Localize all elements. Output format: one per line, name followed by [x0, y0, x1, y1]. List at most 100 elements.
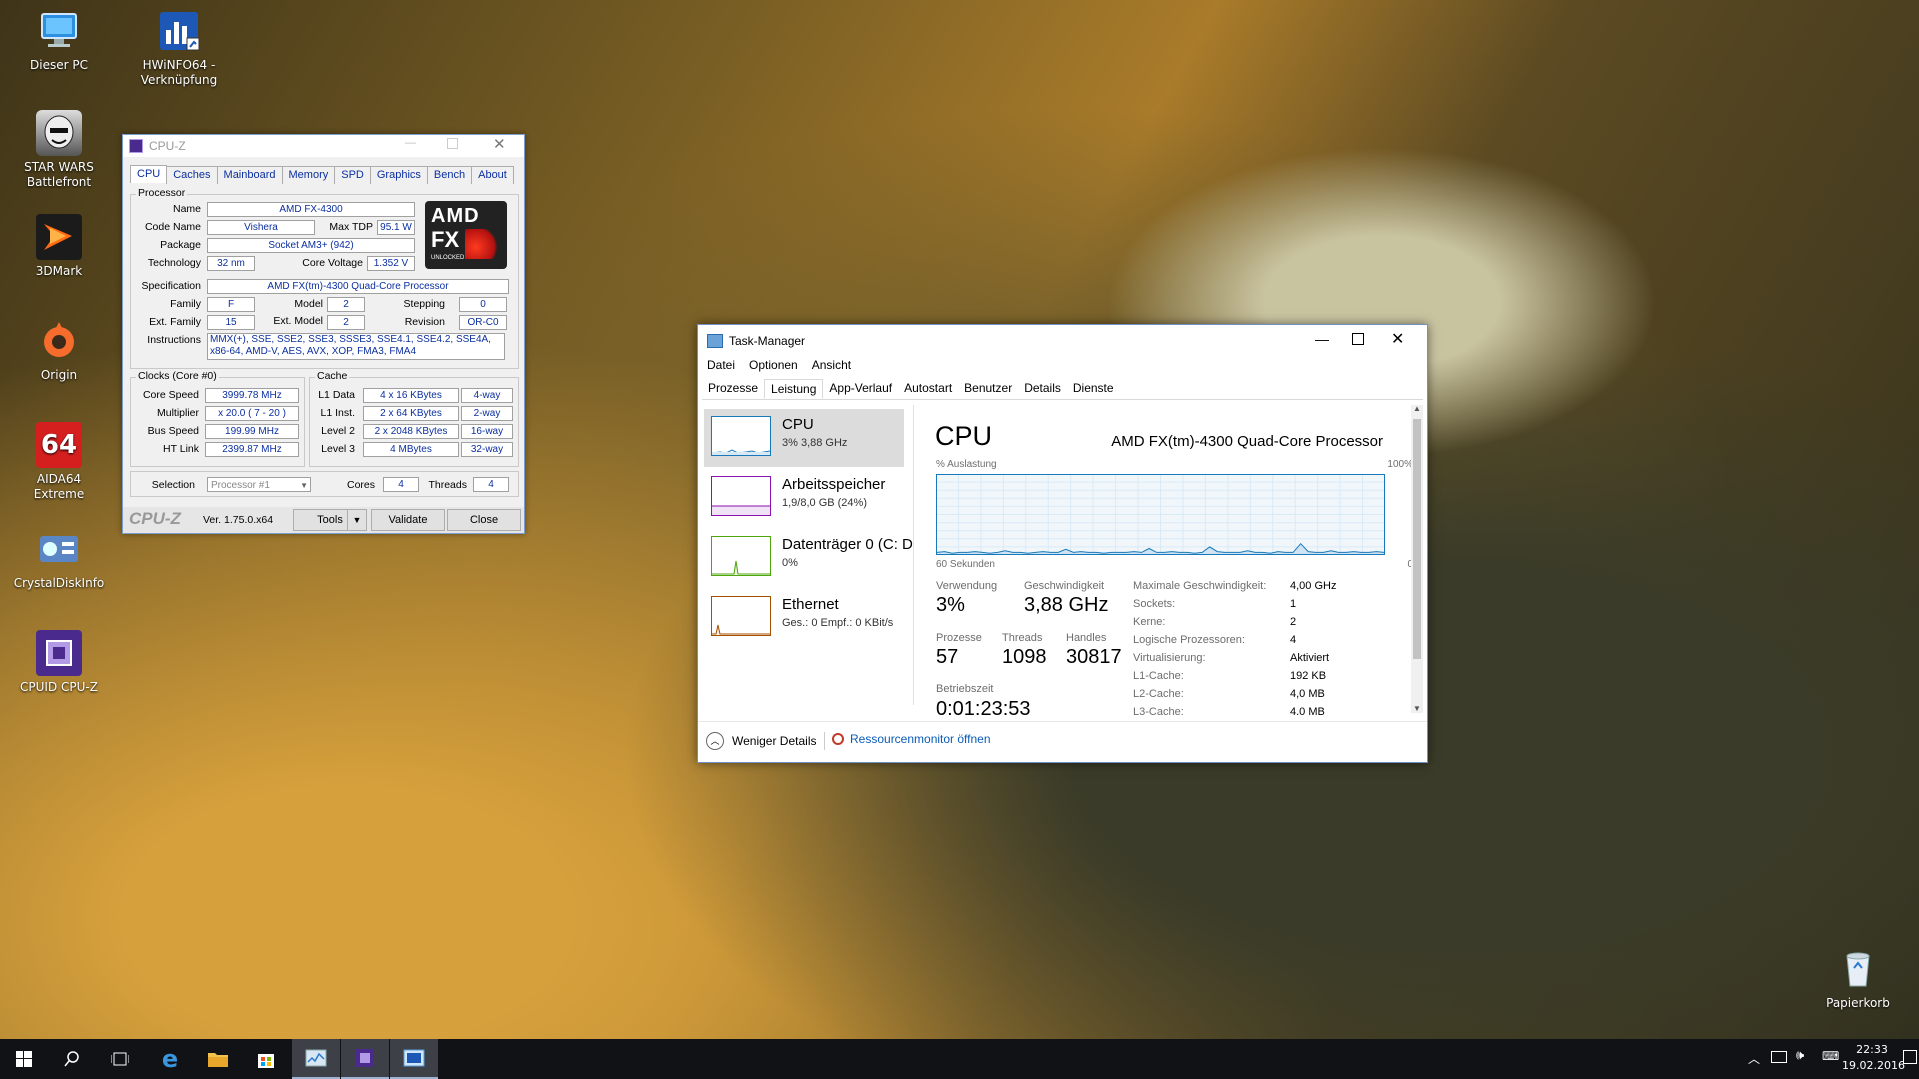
value-max-tdp: 95.1 W	[377, 220, 415, 235]
taskbar-store[interactable]	[242, 1039, 290, 1079]
fewer-details-button[interactable]: ︿ Weniger Details	[706, 732, 816, 750]
caret-down-icon: ▼	[352, 515, 362, 525]
validate-button-label: Validate	[388, 514, 428, 526]
tab-details[interactable]: Details	[1018, 379, 1067, 399]
memory-thumbnail	[711, 476, 771, 516]
cpuz-window[interactable]: CPU-Z — ✕ CPU Caches Mainboard Memory SP…	[122, 134, 525, 534]
sidebar-item-cpu[interactable]: CPU 3% 3,88 GHz	[704, 409, 904, 467]
tab-about[interactable]: About	[471, 166, 514, 184]
cpu-thumbnail	[711, 416, 771, 456]
sidebar-item-arbeitsspeicher[interactable]: Arbeitsspeicher 1,9/8,0 GB (24%)	[704, 469, 904, 527]
tab-caches[interactable]: Caches	[166, 166, 218, 184]
label-betriebszeit: Betriebszeit	[936, 683, 994, 695]
task-view-button[interactable]	[96, 1039, 144, 1079]
scroll-down-icon[interactable]: ▼	[1413, 704, 1421, 713]
value-level2: 2 x 2048 KBytes	[363, 424, 459, 439]
chevron-up-icon[interactable]: ︿	[1748, 1050, 1760, 1067]
tab-memory[interactable]: Memory	[281, 166, 336, 184]
volume-icon[interactable]: 🕪	[1796, 1048, 1804, 1063]
clocks-group-title: Clocks (Core #0)	[136, 370, 219, 382]
task-manager-window[interactable]: Task-Manager — ✕ Datei Optionen Ansicht …	[697, 324, 1428, 763]
desktop-icon-dieser-pc[interactable]: Dieser PC	[11, 8, 107, 73]
tab-app-verlauf[interactable]: App-Verlauf	[823, 379, 898, 399]
tab-benutzer[interactable]: Benutzer	[958, 379, 1018, 399]
label-bus-speed: Bus Speed	[147, 425, 199, 437]
desktop-icon-papierkorb[interactable]: Papierkorb	[1810, 946, 1906, 1011]
value-core-voltage: 1.352 V	[367, 256, 415, 271]
tab-bench[interactable]: Bench	[426, 166, 473, 184]
tab-autostart[interactable]: Autostart	[898, 379, 958, 399]
taskbar-explorer[interactable]	[194, 1039, 242, 1079]
label-name: Name	[172, 203, 201, 215]
network-icon[interactable]	[1771, 1051, 1787, 1063]
processor-select[interactable]: Processor #1 ▼	[207, 477, 311, 492]
edge-icon: e	[161, 1045, 179, 1073]
sidebar-item-datentraeger[interactable]: Datenträger 0 (C: D 0%	[704, 529, 913, 587]
resource-monitor-label: Ressourcenmonitor öffnen	[850, 732, 991, 746]
spec-key: Sockets:	[1133, 598, 1176, 610]
tools-dropdown-button[interactable]: ▼	[347, 509, 367, 531]
taskbar-hwinfo[interactable]	[390, 1039, 438, 1079]
label-handles: Handles	[1066, 632, 1107, 644]
menu-datei[interactable]: Datei	[707, 358, 735, 372]
desktop-icon-cpuz[interactable]: CPUID CPU-Z	[11, 630, 107, 695]
label-max-tdp: Max TDP	[329, 221, 373, 233]
close-button[interactable]: Close	[447, 509, 521, 531]
search-button[interactable]	[48, 1039, 96, 1079]
language-icon[interactable]: ⌨	[1822, 1049, 1839, 1063]
cpuz-titlebar[interactable]: CPU-Z — ✕	[123, 135, 524, 157]
desktop-icon-star-wars[interactable]: STAR WARS Battlefront	[11, 110, 107, 190]
windows-logo-icon	[16, 1051, 32, 1067]
sidebar-item-name: Arbeitsspeicher	[782, 476, 886, 493]
maximize-icon[interactable]	[1352, 333, 1364, 345]
desktop-icon-origin[interactable]: Origin	[11, 318, 107, 383]
starwars-icon	[36, 110, 82, 156]
task-manager-titlebar[interactable]: Task-Manager — ✕	[698, 325, 1427, 356]
amd-logo-text: AMD	[431, 205, 480, 227]
resource-monitor-link[interactable]: Ressourcenmonitor öffnen	[832, 732, 991, 746]
scrollbar[interactable]: ▲ ▼	[1411, 404, 1423, 713]
start-button[interactable]	[0, 1039, 48, 1079]
chevron-down-icon: ▼	[300, 481, 308, 490]
task-manager-title: Task-Manager	[729, 333, 806, 348]
action-center-icon[interactable]	[1903, 1050, 1917, 1064]
tab-dienste[interactable]: Dienste	[1067, 379, 1120, 399]
value-model: 2	[327, 297, 365, 312]
crystaldiskinfo-icon	[36, 526, 82, 572]
processor-group-title: Processor	[136, 187, 188, 199]
close-icon[interactable]: ✕	[1391, 329, 1404, 349]
tab-leistung[interactable]: Leistung	[764, 379, 824, 399]
desktop-icon-crystaldiskinfo[interactable]: CrystalDiskInfo	[11, 526, 107, 591]
tab-spd[interactable]: SPD	[334, 166, 371, 184]
menu-ansicht[interactable]: Ansicht	[812, 358, 851, 372]
close-icon[interactable]: ✕	[493, 135, 506, 153]
spec-value: 4	[1290, 634, 1297, 646]
taskbar-cpuz[interactable]	[341, 1039, 389, 1079]
tab-cpu[interactable]: CPU	[130, 165, 168, 183]
scrollbar-thumb[interactable]	[1413, 419, 1421, 659]
tab-mainboard[interactable]: Mainboard	[216, 166, 283, 184]
desktop-icon-hwinfo[interactable]: HWiNFO64 - Verknüpfung	[131, 8, 227, 88]
cpu-detail-heading: CPU	[935, 421, 993, 451]
desktop-icon-3dmark[interactable]: 3DMark	[11, 214, 107, 279]
desktop-icon-aida64[interactable]: 64 AIDA64 Extreme	[11, 422, 107, 502]
task-view-icon	[111, 1052, 129, 1066]
cpuz-title: CPU-Z	[149, 139, 186, 153]
tab-prozesse[interactable]: Prozesse	[702, 379, 764, 399]
cpuz-icon	[36, 630, 82, 676]
instructions-line-2: x86-64, AMD-V, AES, AVX, XOP, FMA3, FMA4	[210, 346, 417, 357]
value-instructions: MMX(+), SSE, SSE2, SSE3, SSSE3, SSE4.1, …	[207, 333, 505, 360]
value-multiplier: x 20.0 ( 7 - 20 )	[205, 406, 299, 421]
tab-graphics[interactable]: Graphics	[369, 166, 428, 184]
taskbar-edge[interactable]: e	[146, 1039, 194, 1079]
minimize-icon[interactable]: —	[405, 137, 416, 149]
scroll-up-icon[interactable]: ▲	[1413, 404, 1421, 413]
menu-optionen[interactable]: Optionen	[749, 358, 798, 372]
validate-button[interactable]: Validate	[371, 509, 445, 531]
taskbar-task-manager[interactable]	[292, 1039, 340, 1079]
minimize-icon[interactable]: —	[1315, 331, 1329, 347]
value-l1-inst-way: 2-way	[461, 406, 513, 421]
maximize-icon[interactable]	[447, 138, 458, 149]
spec-key: L1-Cache:	[1133, 670, 1184, 682]
clock[interactable]: 22:33 19.02.2016	[1842, 1042, 1905, 1074]
